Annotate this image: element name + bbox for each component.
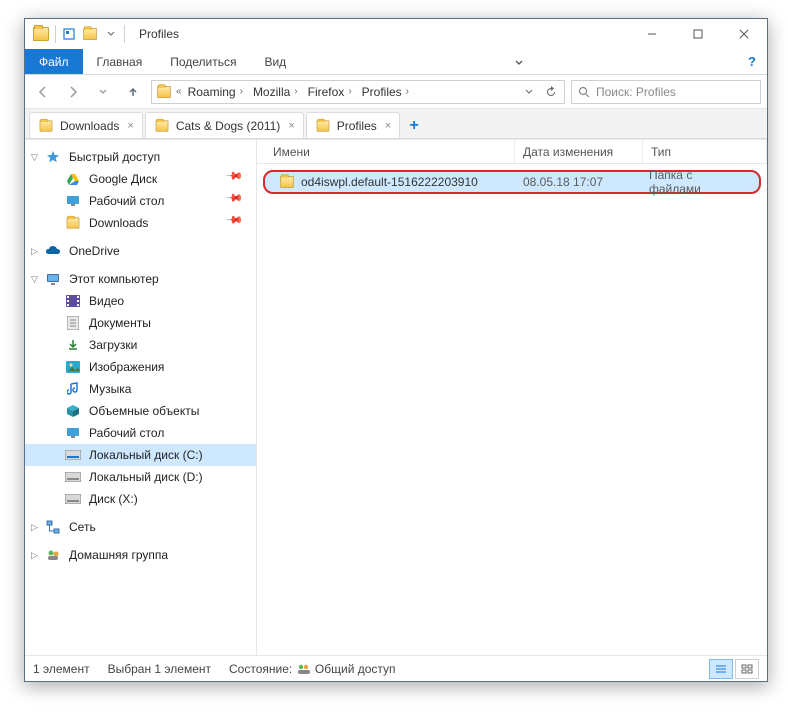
doc-tab[interactable]: Downloads ×	[29, 112, 143, 138]
column-headers: Имени Дата изменения Тип	[257, 140, 767, 164]
document-tabs: Downloads × Cats & Dogs (2011) × Profile…	[25, 109, 767, 139]
network-icon	[45, 519, 61, 535]
qat-dropdown-icon[interactable]	[104, 27, 118, 41]
close-icon[interactable]: ×	[385, 120, 391, 132]
sidebar-item-desktop2[interactable]: Рабочий стол	[25, 422, 256, 444]
sidebar-onedrive[interactable]: ▷ OneDrive	[25, 240, 256, 262]
minimize-button[interactable]	[629, 19, 675, 49]
app-icon	[33, 27, 49, 41]
sidebar-homegroup[interactable]: ▷ Домашняя группа	[25, 544, 256, 566]
sidebar-item-drive-x[interactable]: Диск (X:)	[25, 488, 256, 510]
sidebar-quick-access[interactable]: ▽ Быстрый доступ	[25, 146, 256, 168]
pin-icon: 📌	[225, 188, 251, 214]
column-date[interactable]: Дата изменения	[515, 140, 643, 163]
onedrive-icon	[45, 243, 61, 259]
refresh-button[interactable]	[540, 81, 562, 103]
sidebar-network[interactable]: ▷ Сеть	[25, 516, 256, 538]
view-icons-button[interactable]	[735, 659, 759, 679]
file-date: 08.05.18 17:07	[515, 175, 641, 189]
drive-icon	[65, 447, 81, 463]
drive-icon	[65, 469, 81, 485]
new-tab-button[interactable]: +	[402, 114, 426, 138]
sidebar-item-music[interactable]: Музыка	[25, 378, 256, 400]
ribbon: Файл Главная Поделиться Вид ?	[25, 49, 767, 75]
desktop-icon	[65, 425, 81, 441]
downloads-icon	[65, 337, 81, 353]
nav-back-button[interactable]	[31, 80, 55, 104]
sidebar-item-drive-d[interactable]: Локальный диск (D:)	[25, 466, 256, 488]
window-title: Profiles	[139, 27, 179, 41]
doc-tab-active[interactable]: Profiles ×	[306, 112, 400, 138]
maximize-button[interactable]	[675, 19, 721, 49]
pin-icon: 📌	[225, 166, 251, 192]
sidebar-item-pictures[interactable]: Изображения	[25, 356, 256, 378]
address-row: « Roaming› Mozilla› Firefox› Profiles› П…	[25, 75, 767, 109]
search-icon	[578, 86, 590, 98]
homegroup-icon	[45, 547, 61, 563]
ribbon-tab-home[interactable]: Главная	[83, 49, 157, 74]
sidebar-item-gdrive[interactable]: Google Диск📌	[25, 168, 256, 190]
address-history-button[interactable]	[518, 81, 540, 103]
sidebar-item-video[interactable]: Видео	[25, 290, 256, 312]
ribbon-tab-share[interactable]: Поделиться	[156, 49, 250, 74]
breadcrumb-item: Roaming›	[184, 81, 247, 103]
breadcrumb-item: Firefox›	[304, 81, 356, 103]
sidebar-item-downloads[interactable]: Downloads📌	[25, 212, 256, 234]
folder-icon	[65, 215, 81, 231]
status-state: Состояние: Общий доступ	[229, 662, 396, 676]
breadcrumb-item: Profiles›	[358, 81, 413, 103]
nav-up-button[interactable]	[121, 80, 145, 104]
nav-recent-button[interactable]	[91, 80, 115, 104]
qat-properties-icon[interactable]	[62, 27, 76, 41]
docs-icon	[65, 315, 81, 331]
pc-icon	[45, 271, 61, 287]
status-selected: Выбран 1 элемент	[108, 662, 211, 676]
desktop-icon	[65, 193, 81, 209]
file-row-selected[interactable]: od4iswpl.default-1516222203910 08.05.18 …	[263, 170, 761, 194]
sidebar-item-desktop[interactable]: Рабочий стол📌	[25, 190, 256, 212]
qat-newfolder-icon[interactable]	[83, 28, 97, 40]
cube-icon	[65, 403, 81, 419]
sidebar-this-pc[interactable]: ▽ Этот компьютер	[25, 268, 256, 290]
breadcrumb-item: Mozilla›	[249, 81, 302, 103]
gdrive-icon	[65, 171, 81, 187]
sidebar-item-drive-c[interactable]: Локальный диск (C:)	[25, 444, 256, 466]
pictures-icon	[65, 359, 81, 375]
ribbon-expand-icon[interactable]	[504, 49, 534, 74]
search-input[interactable]: Поиск: Profiles	[571, 80, 761, 104]
search-placeholder: Поиск: Profiles	[596, 85, 676, 99]
drive-icon	[65, 491, 81, 507]
view-details-button[interactable]	[709, 659, 733, 679]
music-icon	[65, 381, 81, 397]
ribbon-tab-file[interactable]: Файл	[25, 49, 83, 74]
close-icon[interactable]: ×	[288, 120, 294, 132]
sidebar-item-zdownloads[interactable]: Загрузки	[25, 334, 256, 356]
column-type[interactable]: Тип	[643, 140, 767, 163]
sidebar-item-3d[interactable]: Объемные объекты	[25, 400, 256, 422]
statusbar: 1 элемент Выбран 1 элемент Состояние: Об…	[25, 655, 767, 681]
people-icon	[296, 663, 312, 675]
doc-tab[interactable]: Cats & Dogs (2011) ×	[145, 112, 304, 138]
folder-icon	[280, 176, 294, 188]
file-name: od4iswpl.default-1516222203910	[301, 175, 478, 189]
file-type: Папка с файлами	[641, 168, 753, 196]
video-icon	[65, 293, 81, 309]
status-count: 1 элемент	[33, 662, 90, 676]
close-icon[interactable]: ×	[127, 120, 133, 132]
nav-forward-button[interactable]	[61, 80, 85, 104]
sidebar: ▽ Быстрый доступ Google Диск📌 Рабочий ст…	[25, 140, 257, 655]
pin-icon: 📌	[225, 210, 251, 236]
ribbon-help-icon[interactable]: ?	[737, 49, 767, 74]
address-bar[interactable]: « Roaming› Mozilla› Firefox› Profiles›	[151, 80, 565, 104]
content-pane: Имени Дата изменения Тип od4iswpl.defaul…	[257, 140, 767, 655]
sidebar-item-documents[interactable]: Документы	[25, 312, 256, 334]
explorer-window: Profiles Файл Главная Поделиться Вид ? «…	[24, 18, 768, 682]
column-name[interactable]: Имени	[265, 140, 515, 163]
star-icon	[45, 149, 61, 165]
ribbon-tab-view[interactable]: Вид	[250, 49, 300, 74]
titlebar: Profiles	[25, 19, 767, 49]
close-button[interactable]	[721, 19, 767, 49]
